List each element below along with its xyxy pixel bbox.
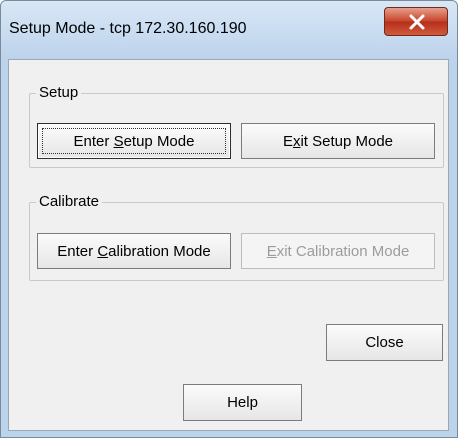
focus-rectangle xyxy=(42,128,226,154)
help-button[interactable]: Help xyxy=(183,384,302,421)
close-button[interactable]: Close xyxy=(326,324,443,361)
exit-calibration-mode-label: Exit Calibration Mode xyxy=(266,242,410,260)
calibrate-group-label: Calibrate xyxy=(36,193,103,210)
window-close-button[interactable] xyxy=(384,7,448,36)
enter-calibration-mode-button[interactable]: Enter Calibration Mode xyxy=(37,233,231,269)
close-icon xyxy=(409,14,425,30)
calibrate-group: Calibrate Enter Calibration Mode Exit Ca… xyxy=(29,193,444,281)
dialog-body: Setup Enter Setup Mode Exit Setup Mode C… xyxy=(8,59,449,431)
exit-setup-mode-label: Exit Setup Mode xyxy=(282,132,394,150)
enter-calibration-mode-label: Enter Calibration Mode xyxy=(57,242,211,260)
exit-setup-mode-button[interactable]: Exit Setup Mode xyxy=(241,123,435,159)
window-title: Setup Mode - tcp 172.30.160.190 xyxy=(9,20,247,37)
close-button-label: Close xyxy=(365,334,404,351)
setup-group-label: Setup xyxy=(36,84,82,101)
dialog-window: Setup Mode - tcp 172.30.160.190 Setup En… xyxy=(0,0,458,438)
exit-calibration-mode-button: Exit Calibration Mode xyxy=(241,233,435,269)
help-button-label: Help xyxy=(227,394,258,411)
setup-group: Setup Enter Setup Mode Exit Setup Mode xyxy=(29,84,444,168)
enter-setup-mode-button[interactable]: Enter Setup Mode xyxy=(37,123,231,159)
title-bar[interactable]: Setup Mode - tcp 172.30.160.190 xyxy=(1,1,457,59)
